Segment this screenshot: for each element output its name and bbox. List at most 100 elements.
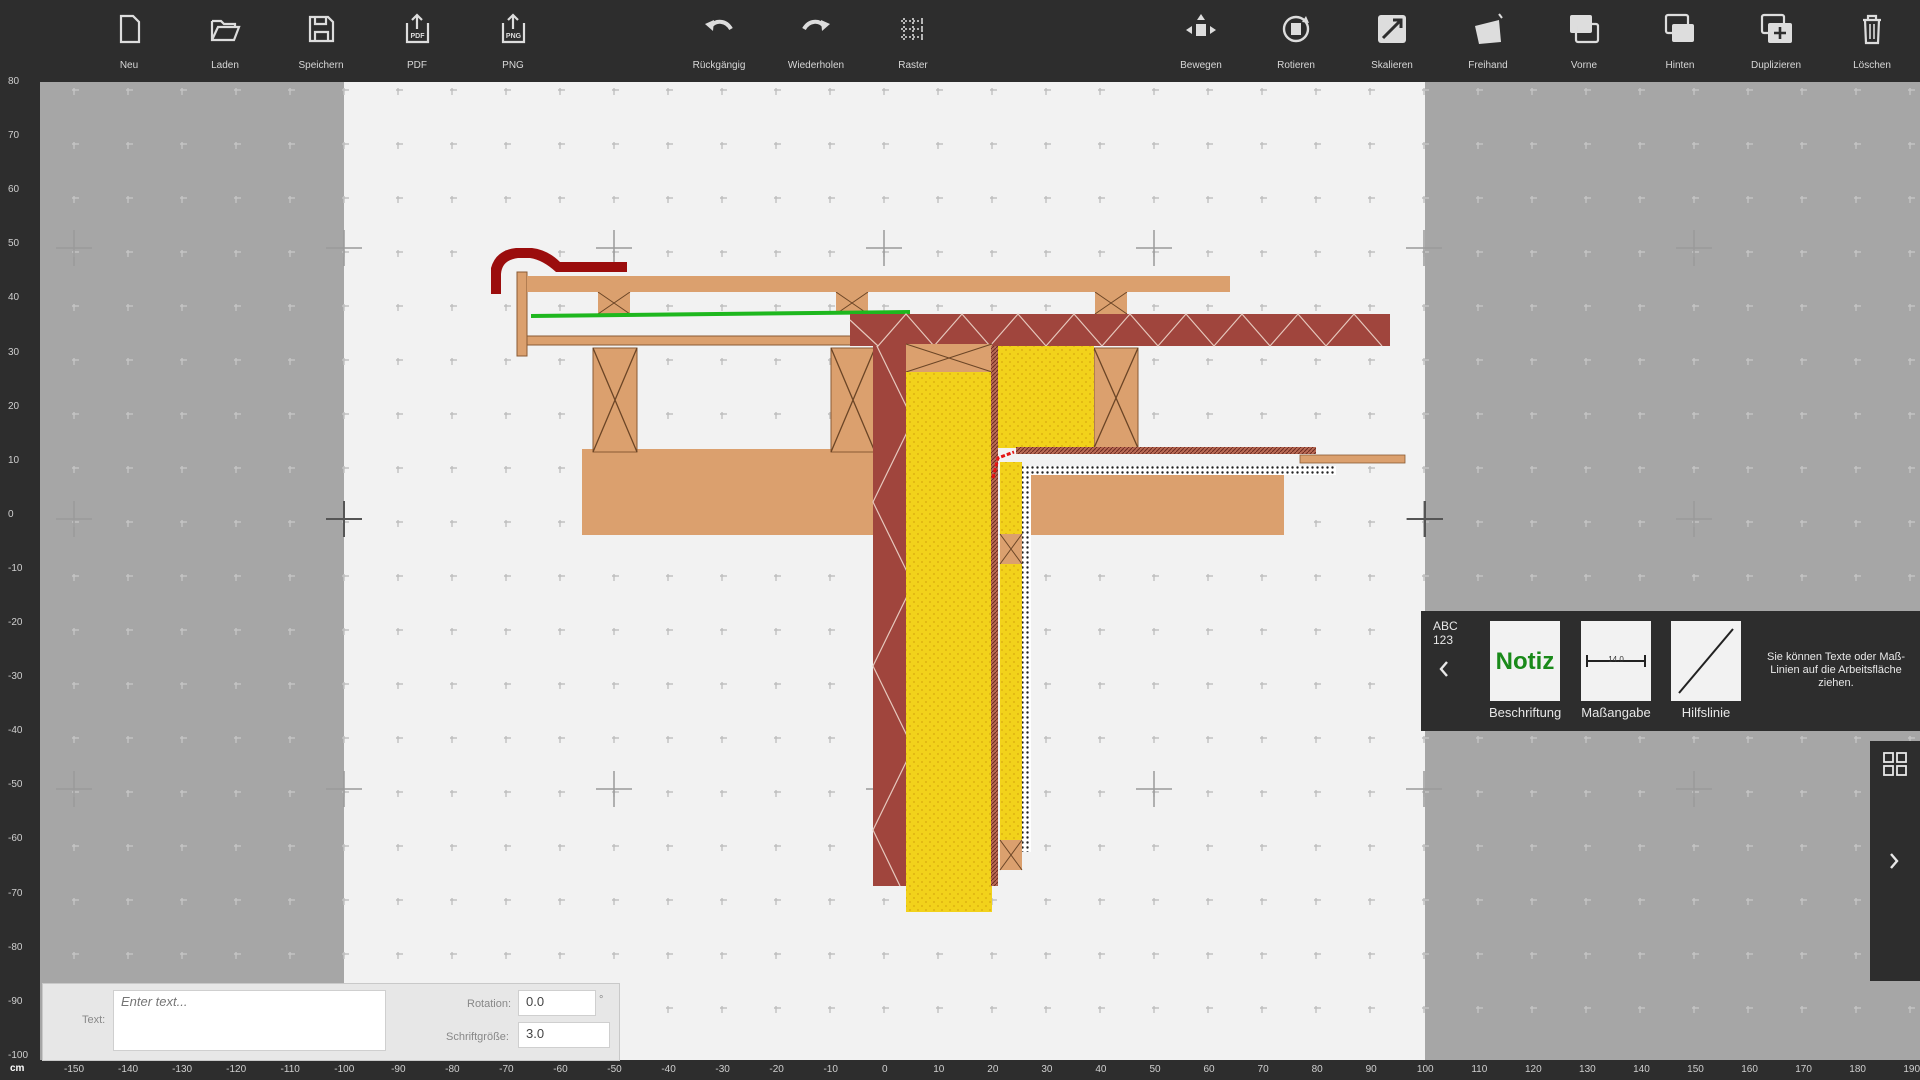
top-lintel-block[interactable] <box>905 343 993 373</box>
fascia-board[interactable] <box>516 271 528 357</box>
ruler-tick-label: -40 <box>8 725 23 737</box>
ruler-tick-label: 140 <box>1633 1064 1650 1075</box>
chevron-right-icon[interactable] <box>1886 851 1902 871</box>
ruler-tick-label: 130 <box>1579 1064 1596 1075</box>
insulation-strip[interactable] <box>1000 462 1022 842</box>
wood-membrane-horizontal[interactable] <box>1016 447 1316 454</box>
ruler-tick-label: -150 <box>64 1064 85 1075</box>
ruler-tick-label: -20 <box>769 1064 784 1075</box>
ruler-tick-label: 80 <box>8 76 20 87</box>
redo-label: Wiederholen <box>787 60 845 71</box>
bring-front-icon <box>1570 15 1600 44</box>
grid-icon <box>901 18 925 40</box>
ruler-tick-label: -50 <box>8 779 23 791</box>
save-label: Speichern <box>298 60 344 71</box>
undo-icon <box>705 19 733 31</box>
ruler-tick-label: -40 <box>661 1064 676 1075</box>
masonry-beam[interactable] <box>849 313 1390 347</box>
dotted-layer-horizontal[interactable] <box>1024 466 1336 475</box>
pdf-button[interactable]: PDF PDF <box>372 0 462 82</box>
rotation-input[interactable]: 0.0 <box>518 990 596 1016</box>
ruler-tick-label: 70 <box>1257 1064 1269 1075</box>
delete-button[interactable]: Löschen <box>1827 0 1917 82</box>
rafter-post-1[interactable] <box>592 347 638 453</box>
new-button[interactable]: Neu <box>84 0 174 82</box>
ruler-tick-label: 90 <box>1365 1064 1377 1075</box>
undo-button[interactable]: Rückgängig <box>674 0 764 82</box>
batten-1[interactable] <box>597 291 631 315</box>
palette-item-hilfslinie[interactable]: Hilfslinie <box>1670 621 1742 720</box>
ruler-unit-label: cm <box>10 1063 25 1074</box>
side-panel <box>1870 741 1920 981</box>
lower-beam-right[interactable] <box>1017 473 1284 535</box>
ruler-tick-label: -70 <box>8 887 23 899</box>
load-button[interactable]: Laden <box>180 0 270 82</box>
ruler-tick-label: -90 <box>391 1064 406 1075</box>
note-thumbnail: Notiz <box>1490 621 1560 701</box>
roof-boarding[interactable] <box>527 276 1230 292</box>
move-button[interactable]: Bewegen <box>1156 0 1246 82</box>
batten-3[interactable] <box>1094 291 1128 315</box>
ruler-tick-label: 110 <box>1471 1064 1488 1075</box>
ruler-tick-label: 180 <box>1849 1064 1866 1075</box>
ruler-tick-label: 50 <box>8 238 20 250</box>
ruler-tick-label: -30 <box>8 671 23 683</box>
front-button[interactable]: Vorne <box>1539 0 1629 82</box>
back-button[interactable]: Hinten <box>1635 0 1725 82</box>
small-block-1[interactable] <box>999 533 1023 565</box>
rafter-post-2[interactable] <box>830 347 876 453</box>
scale-button[interactable]: Skalieren <box>1347 0 1437 82</box>
small-block-2[interactable] <box>999 839 1023 871</box>
rotate-icon <box>1282 15 1310 43</box>
counter-batten-strip[interactable] <box>526 335 853 346</box>
ruler-tick-label: -10 <box>823 1064 838 1075</box>
insulation-top[interactable] <box>998 346 1094 448</box>
export-png-icon: PNG <box>501 13 526 44</box>
rafter-post-3[interactable] <box>1093 347 1139 449</box>
file-icon <box>119 14 141 44</box>
duplicate-button[interactable]: Duplizieren <box>1731 0 1821 82</box>
ruler-tick-label: 150 <box>1687 1064 1704 1075</box>
chevron-left-icon[interactable] <box>1437 659 1451 679</box>
export-pdf-icon: PDF <box>405 13 430 44</box>
horizontal-ruler: cm -150 -140 -130 -120 -110 -100 -90 -80 -70 -60 -5… <box>0 1060 1920 1080</box>
rotate-label: Rotieren <box>1277 60 1315 71</box>
freehand-button[interactable]: Freihand <box>1443 0 1533 82</box>
ruler-tick-label: -90 <box>8 995 23 1007</box>
ruler-tick-label: 0 <box>8 508 14 520</box>
layout-grid-icon[interactable] <box>1882 751 1908 777</box>
text-input[interactable] <box>113 990 386 1051</box>
ruler-tick-label: -30 <box>715 1064 730 1075</box>
wood-cover-strip[interactable] <box>1299 454 1406 464</box>
redo-button[interactable]: Wiederholen <box>771 0 861 82</box>
palette-item-beschriftung[interactable]: Notiz Beschriftung <box>1489 621 1561 720</box>
duplicate-icon <box>1760 13 1792 43</box>
number-label: 123 <box>1433 633 1454 647</box>
dotted-layer-vertical[interactable] <box>1022 466 1031 852</box>
text-properties-panel: Text: Rotation: 0.0 ° Schriftgröße: 3.0 <box>42 983 620 1061</box>
wood-membrane-vertical[interactable] <box>991 346 998 886</box>
drawing-canvas[interactable] <box>40 82 1920 1060</box>
grid-button[interactable]: Raster <box>868 0 958 82</box>
guide-line-icon <box>1678 628 1734 694</box>
ruler-tick-label: 70 <box>8 130 20 142</box>
save-button[interactable]: Speichern <box>276 0 366 82</box>
dimension-thumbnail: 14.0 <box>1581 621 1651 701</box>
ruler-tick-label: -120 <box>226 1064 247 1075</box>
ruler-tick-label: -140 <box>118 1064 139 1075</box>
ruler-tick-label: 100 <box>1416 1064 1434 1075</box>
rotate-button[interactable]: Rotieren <box>1251 0 1341 82</box>
guide-line-thumbnail <box>1671 621 1741 701</box>
png-button[interactable]: PNG PNG <box>468 0 558 82</box>
fontsize-input[interactable]: 3.0 <box>518 1022 610 1048</box>
palette-hint: Sie können Texte oder Maß-Linien auf die… <box>1767 651 1905 689</box>
send-back-icon <box>1664 13 1694 42</box>
lower-beam-left[interactable] <box>582 449 875 535</box>
ruler-tick-label: 170 <box>1795 1064 1812 1075</box>
ruler-tick-label: 20 <box>8 400 20 412</box>
delete-label: Löschen <box>1853 60 1891 71</box>
palette-item-massangabe[interactable]: 14.0 Maßangabe <box>1580 621 1652 720</box>
ruler-tick-label: 50 <box>1149 1064 1161 1075</box>
palette-item-label: Beschriftung <box>1489 705 1562 720</box>
insulation-wall[interactable] <box>906 372 992 912</box>
